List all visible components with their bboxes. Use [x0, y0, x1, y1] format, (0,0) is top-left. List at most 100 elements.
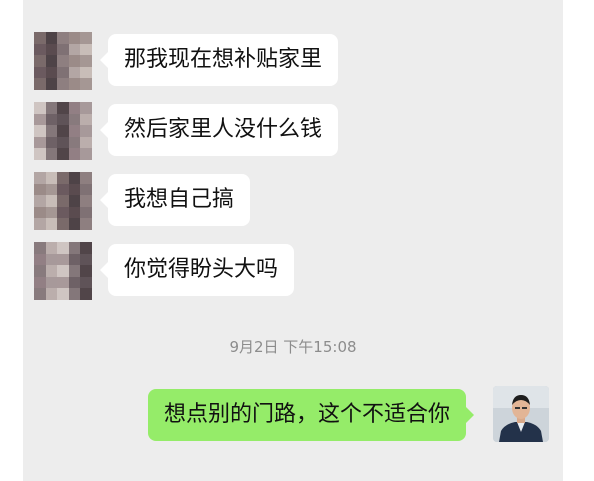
- avatar-pixel: [34, 206, 46, 219]
- avatar-pixel: [45, 253, 58, 266]
- avatar-pixel: [45, 172, 58, 184]
- avatar-pixel: [80, 265, 92, 277]
- message-text: 你觉得盼头大吗: [124, 257, 279, 282]
- avatar-pixel: [57, 113, 69, 126]
- message-text: 想点别的门路，这个不适合你: [164, 402, 451, 427]
- avatar-pixel: [34, 125, 46, 137]
- avatar-pixel: [57, 136, 69, 149]
- avatar-pixel: [57, 288, 69, 300]
- avatar-pixel: [45, 43, 58, 56]
- avatar-pixel: [68, 55, 81, 67]
- avatar-pixel: [45, 136, 58, 149]
- avatar-pixel: [34, 102, 46, 114]
- avatar-pixel: [57, 206, 69, 219]
- avatar-pixel: [45, 32, 58, 44]
- avatar-pixel: [68, 32, 81, 44]
- avatar-pixel: [68, 195, 81, 207]
- avatar-pixel: [45, 276, 58, 289]
- avatar-pixel: [45, 148, 58, 160]
- avatar-pixel: [57, 102, 69, 114]
- avatar-pixel: [80, 195, 92, 207]
- avatar-pixel: [45, 55, 58, 67]
- avatar-pixel: [34, 55, 46, 67]
- avatar-pixel: [34, 148, 46, 160]
- avatar-pixel: [68, 242, 81, 254]
- avatar-pixel: [57, 125, 69, 137]
- avatar-pixel: [57, 242, 69, 254]
- avatar-pixel: [80, 113, 92, 126]
- avatar-pixel: [80, 253, 92, 266]
- avatar-pixel: [57, 43, 69, 56]
- avatar-pixel: [45, 242, 58, 254]
- avatar-pixel: [34, 43, 46, 56]
- avatar-pixel: [57, 148, 69, 160]
- avatar-pixel: [34, 136, 46, 149]
- message-bubble[interactable]: 你觉得盼头大吗: [99, 244, 295, 296]
- avatar-pixel: [45, 66, 58, 79]
- avatar-pixel: [68, 113, 81, 126]
- avatar-pixel: [45, 78, 58, 90]
- avatar-pixel: [45, 102, 58, 114]
- avatar-pixel: [34, 276, 46, 289]
- avatar-pixel: [34, 242, 46, 254]
- message-bubble[interactable]: 那我现在想补贴家里: [99, 34, 339, 86]
- avatar-pixel: [68, 43, 81, 56]
- avatar-pixel: [68, 276, 81, 289]
- avatar-pixel: [45, 125, 58, 137]
- avatar-pixel: [80, 206, 92, 219]
- avatar-pixel: [68, 288, 81, 300]
- my-avatar[interactable]: [493, 386, 549, 442]
- avatar-pixel: [57, 253, 69, 266]
- message-text: 我想自己搞: [124, 187, 235, 212]
- avatar-pixel: [57, 276, 69, 289]
- message-text: 那我现在想补贴家里: [124, 47, 323, 72]
- avatar-pixel: [45, 265, 58, 277]
- avatar-pixel: [68, 183, 81, 196]
- contact-avatar[interactable]: [34, 172, 92, 230]
- chat-area: 那我现在想补贴家里 然后家里人没什么钱 我想自己搞 你觉得盼头大吗 9月2日 下…: [23, 0, 563, 481]
- avatar-pixel: [80, 136, 92, 149]
- avatar-pixel: [68, 265, 81, 277]
- message-bubble[interactable]: 然后家里人没什么钱: [99, 104, 339, 156]
- avatar-pixel: [57, 218, 69, 230]
- avatar-pixel: [80, 172, 92, 184]
- avatar-pixel: [34, 195, 46, 207]
- avatar-pixel: [68, 102, 81, 114]
- avatar-pixel: [57, 32, 69, 44]
- avatar-pixel: [80, 102, 92, 114]
- avatar-pixel: [34, 66, 46, 79]
- avatar-pixel: [57, 172, 69, 184]
- avatar-pixel: [68, 136, 81, 149]
- avatar-pixel: [57, 265, 69, 277]
- avatar-pixel: [57, 195, 69, 207]
- my-message-bubble[interactable]: 想点别的门路，这个不适合你: [148, 389, 475, 441]
- contact-avatar[interactable]: [34, 102, 92, 160]
- avatar-pixel: [45, 218, 58, 230]
- contact-avatar[interactable]: [34, 242, 92, 300]
- user-photo-avatar-icon: [493, 386, 549, 442]
- message-text: 然后家里人没什么钱: [124, 117, 323, 142]
- avatar-pixel: [45, 206, 58, 219]
- avatar-pixel: [34, 32, 46, 44]
- avatar-pixel: [80, 66, 92, 79]
- avatar-pixel: [80, 183, 92, 196]
- avatar-pixel: [80, 32, 92, 44]
- avatar-pixel: [80, 43, 92, 56]
- avatar-pixel: [57, 66, 69, 79]
- avatar-pixel: [68, 253, 81, 266]
- avatar-pixel: [68, 206, 81, 219]
- message-bubble[interactable]: 我想自己搞: [99, 174, 251, 226]
- avatar-pixel: [34, 265, 46, 277]
- avatar-pixel: [80, 288, 92, 300]
- avatar-pixel: [80, 218, 92, 230]
- avatar-pixel: [80, 148, 92, 160]
- avatar-pixel: [80, 276, 92, 289]
- avatar-pixel: [68, 172, 81, 184]
- contact-avatar[interactable]: [34, 32, 92, 90]
- avatar-pixel: [68, 78, 81, 90]
- avatar-pixel: [45, 113, 58, 126]
- avatar-pixel: [80, 55, 92, 67]
- avatar-pixel: [45, 195, 58, 207]
- avatar-pixel: [34, 183, 46, 196]
- avatar-pixel: [57, 78, 69, 90]
